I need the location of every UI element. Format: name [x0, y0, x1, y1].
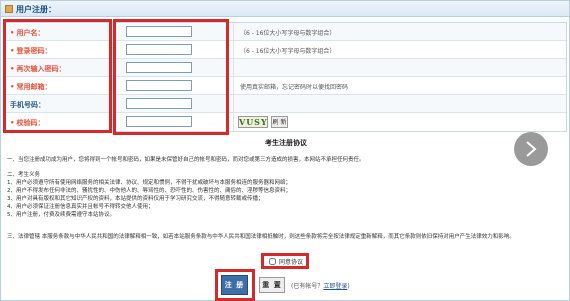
captcha-input[interactable] — [126, 116, 192, 127]
agree-checkbox[interactable] — [269, 258, 276, 265]
agreement-paragraph: 三、法律管辖 本服务条款与中华人民共和国的法律解释相一致，如若本站服务条款与中华… — [7, 234, 515, 240]
login-hint: (已有帐号？立即登录) — [291, 283, 350, 290]
reset-button[interactable]: 重 置 — [259, 277, 285, 293]
phone-label: 手机号码： — [6, 95, 113, 113]
register-button[interactable]: 注 册 — [221, 275, 248, 295]
agreement-paragraph: 3、用户对具有版权和其它知识产权的资料，本站提供的资料仅用于学习研究交流，不得随… — [7, 196, 264, 202]
confirm-password-input[interactable] — [126, 62, 192, 73]
registration-form: • 用户名： （6 - 16位大小写字母与数字组合） • 登录密码： （6 - 16… — [5, 22, 567, 132]
registration-page: 用户注册： • 用户名： （6 - 16位大小写字母与数字组合） • 登录密码： （… — [0, 0, 570, 301]
phone-input[interactable] — [126, 98, 192, 109]
field-row-captcha: • 校验码： VUSY 刷 新 — [6, 113, 566, 131]
username-label: • 用户名： — [6, 23, 113, 41]
field-row-phone: 手机号码： — [6, 95, 566, 113]
agreement-paragraph: 4、用户必须保证注册信息真实并且帐号不得转交他人使用； — [7, 204, 154, 210]
refresh-captcha-button[interactable]: 刷 新 — [271, 116, 288, 128]
page-title: 用户注册： — [16, 5, 56, 14]
chevron-right-icon — [526, 141, 537, 157]
agreement-title: 考生注册协议 — [265, 139, 307, 147]
password-hint: （6 - 16位大小写字母与数字组合） — [240, 48, 336, 55]
captcha-image[interactable]: VUSY — [238, 116, 268, 128]
login-link[interactable]: 立即登录 — [323, 283, 347, 290]
agreement-paragraph: 5、用户注册，付费及续费需遵守本站协议。 — [7, 212, 116, 218]
field-row-username: • 用户名： （6 - 16位大小写字母与数字组合） — [6, 23, 566, 41]
username-input[interactable] — [126, 26, 192, 37]
registration-header: 用户注册： — [1, 1, 569, 17]
field-row-confirm-password: • 再次输入密码： — [6, 59, 566, 77]
email-label: • 常用邮箱： — [6, 77, 113, 95]
username-hint: （6 - 16位大小写字母与数字组合） — [240, 30, 336, 37]
agreement-paragraph: 一、当您注册成功成为用户，您将得到一个帐号和密码，如果是未保管好自己的帐号和密码… — [7, 157, 365, 163]
agreement-paragraph: 二、考生义务 — [7, 172, 41, 178]
confirm-password-label: • 再次输入密码： — [6, 59, 113, 77]
password-label: • 登录密码： — [6, 41, 113, 59]
field-row-email: • 常用邮箱： 使用真实邮箱，忘记密码时以便找回密码 — [6, 77, 566, 95]
agreement-paragraph: 1、用户必须遵守所有使用网络服务的相关法律、协议、规定和惯例，不得干扰或破坏与本… — [7, 180, 292, 186]
email-hint: 使用真实邮箱，忘记密码时以便找回密码 — [240, 84, 349, 91]
next-slide-button[interactable] — [514, 132, 548, 166]
field-row-password: • 登录密码： （6 - 16位大小写字母与数字组合） — [6, 41, 566, 59]
agreement-paragraph: 2、用户不得发布任何非法的、骚扰性的、中伤他人的、辱骂性的、恐吓性的、伤害性的、… — [7, 188, 292, 194]
password-input[interactable] — [126, 44, 192, 55]
registration-icon — [5, 5, 13, 13]
agree-label: 同意协议 — [279, 259, 304, 266]
captcha-label: • 校验码： — [6, 113, 113, 131]
email-input[interactable] — [126, 80, 192, 91]
